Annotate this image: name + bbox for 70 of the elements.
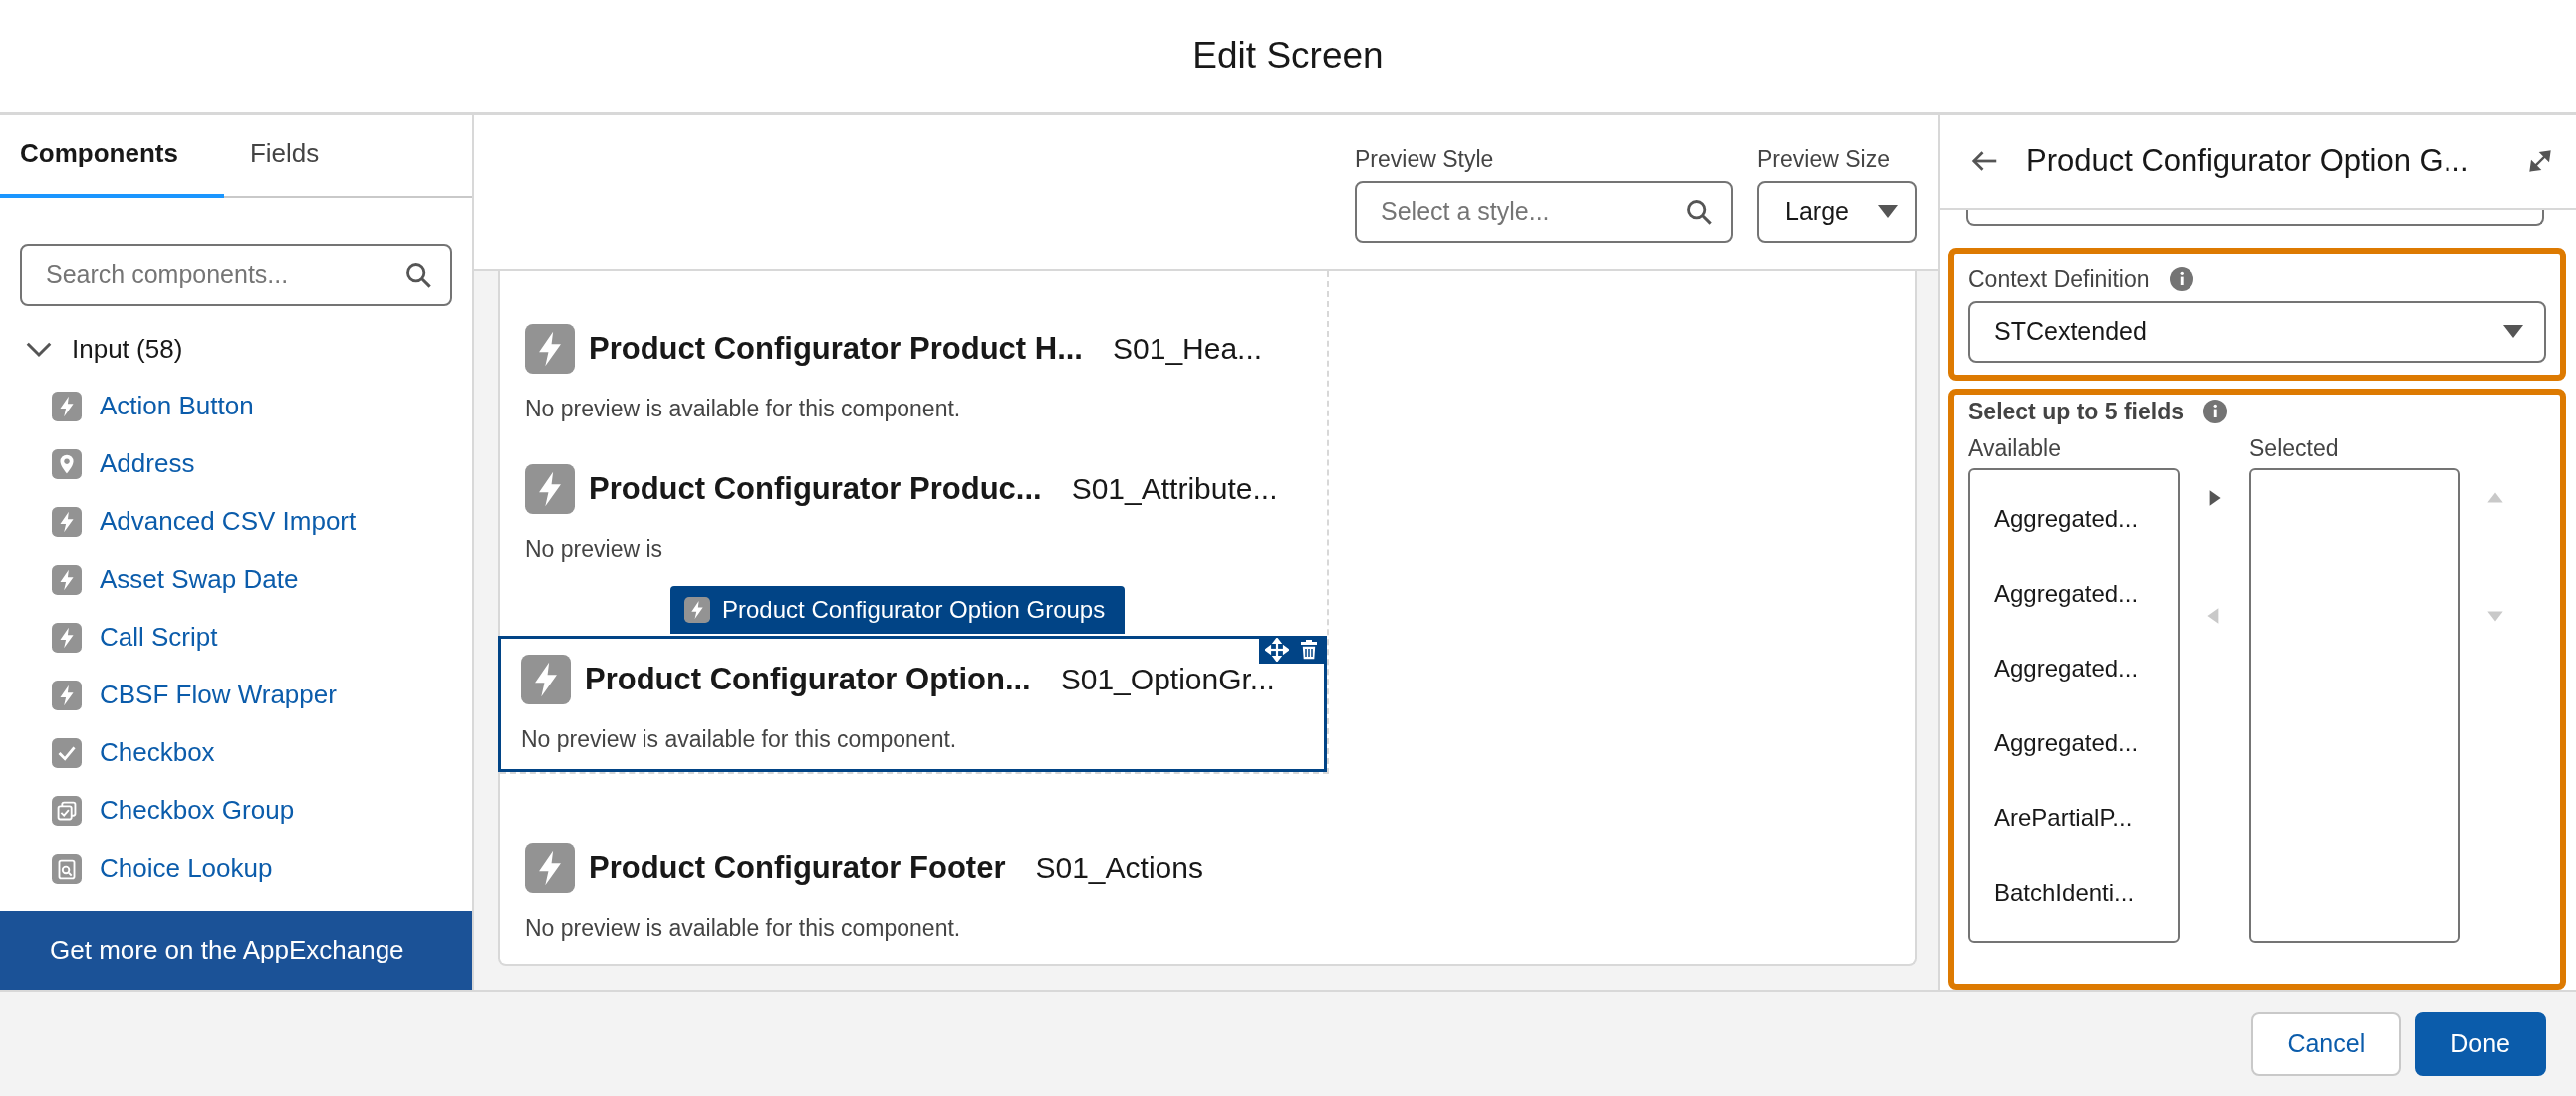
info-icon bbox=[2169, 267, 2193, 292]
component-api-name: S01_OptionGr... bbox=[1060, 662, 1275, 696]
search-icon bbox=[1685, 197, 1713, 226]
component-link[interactable]: Checkbox Group bbox=[100, 795, 295, 827]
context-select[interactable]: STCextended bbox=[1968, 300, 2546, 363]
component-link[interactable]: Action Button bbox=[100, 391, 254, 422]
list-option[interactable]: Aggregated... bbox=[1970, 556, 2178, 632]
group-toggle[interactable]: Input (58) bbox=[24, 327, 452, 372]
tag-label: Product Configurator Option Groups bbox=[722, 595, 1106, 624]
component-link[interactable]: Checkbox bbox=[100, 737, 215, 769]
bolt-icon bbox=[525, 842, 575, 893]
component-title: Product Configurator Product H... bbox=[589, 330, 1083, 367]
bolt-icon bbox=[525, 463, 575, 514]
field-label: Preview Size bbox=[1757, 145, 1891, 173]
checkmark-icon bbox=[52, 737, 82, 768]
bolt-icon bbox=[52, 680, 82, 710]
dropdown-icon bbox=[1877, 204, 1899, 219]
field-label: Preview Style bbox=[1355, 145, 1495, 173]
info-icon bbox=[2203, 400, 2227, 424]
checkbox-group-icon bbox=[52, 795, 82, 826]
component-link[interactable]: Choice Lookup bbox=[100, 853, 273, 885]
list-option[interactable]: Aggregated... bbox=[1970, 631, 2178, 706]
list-option[interactable]: BatchIdenti... bbox=[1970, 855, 2178, 931]
component-title: Product Configurator Produc... bbox=[589, 470, 1042, 507]
component-title: Product Configurator Option... bbox=[585, 661, 1031, 697]
component-link[interactable]: Advanced CSV Import bbox=[100, 506, 357, 538]
preview-message: No preview is available for this component. bbox=[521, 725, 958, 753]
component-api-name: S01_Attribute... bbox=[1071, 471, 1278, 506]
size-select[interactable]: Large bbox=[1757, 180, 1917, 243]
bolt-icon bbox=[52, 391, 82, 421]
component-link[interactable]: Call Script bbox=[100, 622, 218, 654]
component-title: Product Configurator Footer bbox=[589, 849, 1006, 886]
bolt-icon bbox=[684, 596, 710, 623]
move-icon[interactable] bbox=[1265, 637, 1289, 662]
panel-tab[interactable]: Fields bbox=[223, 114, 346, 198]
component-preview[interactable]: Product Configurator Product H... S01_Hea... No preview is available for this component. bbox=[500, 294, 1327, 445]
component-link[interactable]: Asset Swap Date bbox=[100, 564, 299, 596]
component-link[interactable]: CBSF Flow Wrapper bbox=[100, 680, 337, 711]
bolt-icon bbox=[52, 506, 82, 537]
panel-title: Product Configurator Option G... bbox=[2026, 142, 2470, 179]
field-label: Select up to 5 fields bbox=[1968, 398, 2184, 425]
done-button[interactable]: Done bbox=[2415, 1012, 2546, 1076]
preview-message: No preview is bbox=[525, 535, 664, 563]
preview-message: No preview is available for this component. bbox=[525, 395, 962, 422]
window-title: Edit Screen bbox=[1192, 35, 1384, 77]
dropdown-icon bbox=[2502, 324, 2524, 339]
bolt-icon bbox=[52, 564, 82, 595]
component-preview[interactable]: Product Configurator Produc... S01_Attribute... No preview is bbox=[500, 444, 1327, 586]
search-field[interactable]: Search components... bbox=[20, 243, 452, 306]
list-option[interactable]: Aggregated... bbox=[1970, 481, 2178, 557]
component-api-name: S01_Hea... bbox=[1113, 331, 1263, 366]
cancel-button[interactable]: Cancel bbox=[2251, 1012, 2402, 1076]
list-option[interactable]: Aggregated... bbox=[1970, 705, 2178, 781]
appexchange-link[interactable]: Get more on the AppExchange bbox=[0, 910, 472, 990]
bolt-icon bbox=[52, 622, 82, 653]
bolt-icon bbox=[525, 323, 575, 374]
bolt-icon bbox=[521, 654, 571, 704]
component-api-name: S01_Actions bbox=[1035, 850, 1203, 885]
clipboard-icon bbox=[52, 853, 82, 884]
input-field[interactable] bbox=[1966, 209, 2544, 226]
search-icon bbox=[404, 260, 432, 289]
field-label: Context Definition bbox=[1968, 265, 2150, 293]
component-link[interactable]: Address bbox=[100, 448, 195, 480]
list-option[interactable]: ArePartialP... bbox=[1970, 780, 2178, 856]
panel-tab[interactable]: Components bbox=[0, 114, 224, 198]
preview-message: No preview is available for this component. bbox=[525, 914, 962, 942]
pin-icon bbox=[52, 448, 82, 479]
style-search-field[interactable]: Select a style... bbox=[1355, 180, 1733, 243]
list-label: Available bbox=[1968, 434, 2062, 462]
list-label: Selected bbox=[2249, 434, 2340, 462]
